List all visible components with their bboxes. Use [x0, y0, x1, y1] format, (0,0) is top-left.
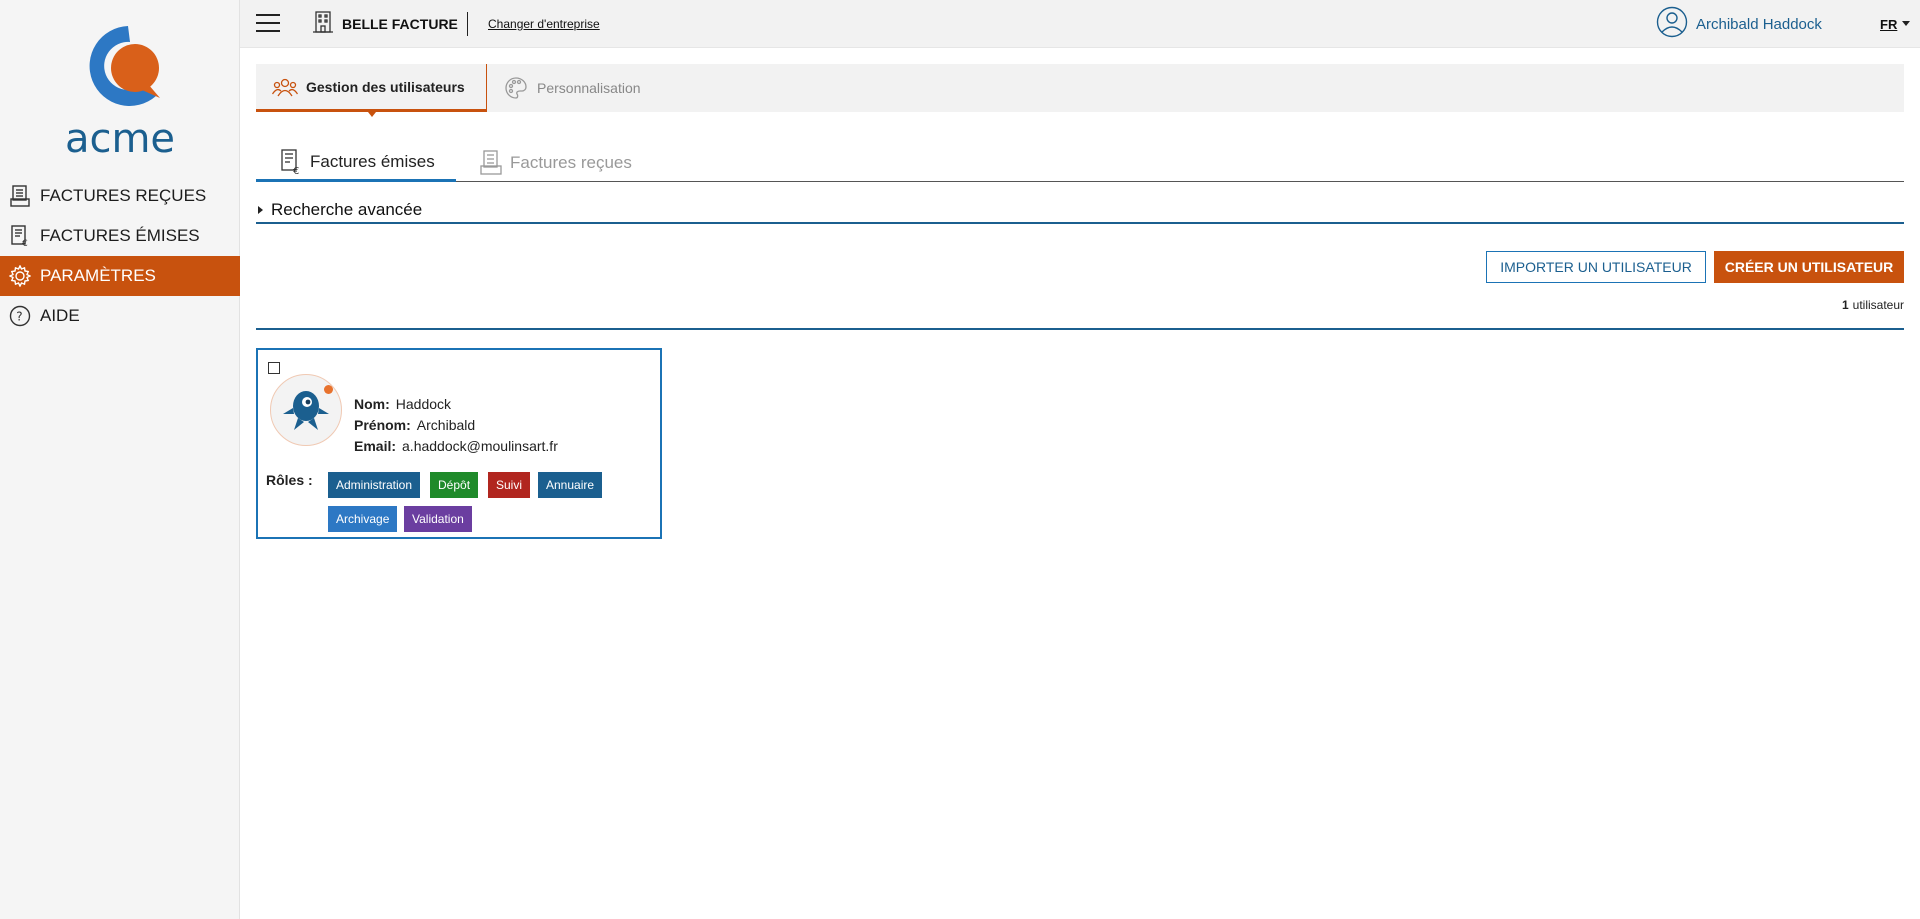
user-card[interactable]: Nom: Haddock Prénom: Archibald Email: a.had… [256, 348, 662, 539]
roles-label: Rôles : [266, 472, 313, 488]
sidebar-item-label: PARAMÈTRES [40, 266, 156, 285]
company-name: BELLE FACTURE [342, 16, 458, 32]
svg-text:€: € [293, 166, 299, 175]
language-selector[interactable]: FR [1880, 17, 1897, 32]
issued-invoices-icon: € [280, 148, 302, 175]
select-user-checkbox[interactable] [268, 362, 280, 374]
acme-logo[interactable]: acme [60, 18, 180, 162]
user-field-prenom: Prénom: Archibald [354, 417, 476, 433]
user-count-label: utilisateur [1852, 298, 1904, 312]
user-name: Archibald Haddock [1696, 15, 1822, 33]
divider [467, 12, 468, 36]
sidebar-item-aide[interactable]: ? AIDE [0, 296, 240, 336]
top-bar: BELLE FACTURE Changer d'entreprise Archi… [240, 0, 1920, 48]
chevron-down-icon[interactable] [1902, 21, 1910, 26]
sidebar: acme FACTURES REÇUES € FACTURES ÉMISES P… [0, 0, 240, 919]
issued-invoices-icon: € [8, 224, 32, 248]
role-badge-depot: Dépôt [430, 472, 479, 498]
user-count: 1 utilisateur [1842, 298, 1904, 312]
hamburger-menu-icon[interactable] [256, 14, 280, 34]
page-tabs: Gestion des utilisateurs Personnalisatio… [256, 64, 1904, 117]
sidebar-item-factures-recues[interactable]: FACTURES REÇUES [0, 176, 240, 216]
tab-factures-recues[interactable]: Factures reçues [480, 144, 660, 182]
received-invoices-icon [8, 184, 32, 208]
import-user-button[interactable]: IMPORTER UN UTILISATEUR [1486, 251, 1706, 283]
tab-label: Personnalisation [537, 80, 641, 96]
change-company-link[interactable]: Changer d'entreprise [488, 17, 600, 31]
tab-gestion-utilisateurs[interactable]: Gestion des utilisateurs [256, 64, 486, 117]
acme-logo-mark-icon [89, 26, 160, 106]
gear-icon [8, 264, 32, 288]
divider [256, 328, 1904, 330]
chevron-right-icon [258, 206, 263, 214]
status-dot [324, 385, 333, 394]
tab-factures-emises[interactable]: € Factures émises [256, 144, 456, 182]
sidebar-item-label: FACTURES ÉMISES [40, 226, 200, 245]
svg-text:€: € [22, 239, 28, 247]
sidebar-item-parametres[interactable]: PARAMÈTRES [0, 256, 240, 296]
invoice-tabs: € Factures émises Factures reçues [256, 144, 1904, 182]
sidebar-item-label: FACTURES REÇUES [40, 186, 207, 205]
user-info: Nom: Haddock Prénom: Archibald Email: a.had… [354, 394, 558, 457]
role-badge-archivage: Archivage [328, 506, 398, 532]
sidebar-item-factures-emises[interactable]: € FACTURES ÉMISES [0, 216, 240, 256]
user-field-nom: Nom: Haddock [354, 396, 452, 412]
help-icon: ? [8, 304, 32, 328]
svg-text:?: ? [16, 310, 22, 324]
role-badge-suivi: Suivi [488, 472, 531, 498]
user-menu[interactable]: Archibald Haddock [1656, 6, 1822, 43]
advanced-search-label: Recherche avancée [271, 200, 423, 219]
user-field-email: Email: a.haddock@moulinsart.fr [354, 438, 558, 454]
tab-label: Factures reçues [510, 153, 632, 172]
role-badge-validation: Validation [404, 506, 472, 532]
role-badge-annuaire: Annuaire [538, 472, 603, 498]
received-invoices-icon [480, 150, 502, 176]
logo-text: acme [64, 116, 176, 162]
user-count-number: 1 [1841, 298, 1849, 312]
sidebar-item-label: AIDE [40, 306, 80, 325]
create-user-button[interactable]: CRÉER UN UTILISATEUR [1714, 251, 1904, 283]
tab-label: Gestion des utilisateurs [306, 78, 465, 95]
sidebar-nav: FACTURES REÇUES € FACTURES ÉMISES PARAMÈ… [0, 176, 240, 336]
users-icon [272, 74, 298, 100]
tab-label: Factures émises [310, 151, 435, 171]
advanced-search-toggle[interactable]: Recherche avancée [256, 198, 1904, 224]
user-avatar-icon [1656, 6, 1688, 43]
avatar [270, 374, 342, 446]
palette-icon [503, 75, 529, 101]
role-badge-administration: Administration [328, 472, 421, 498]
building-icon [312, 10, 334, 39]
company-selector: BELLE FACTURE [312, 10, 458, 39]
tab-personnalisation[interactable]: Personnalisation [486, 64, 676, 112]
active-tab-marker [368, 112, 376, 117]
